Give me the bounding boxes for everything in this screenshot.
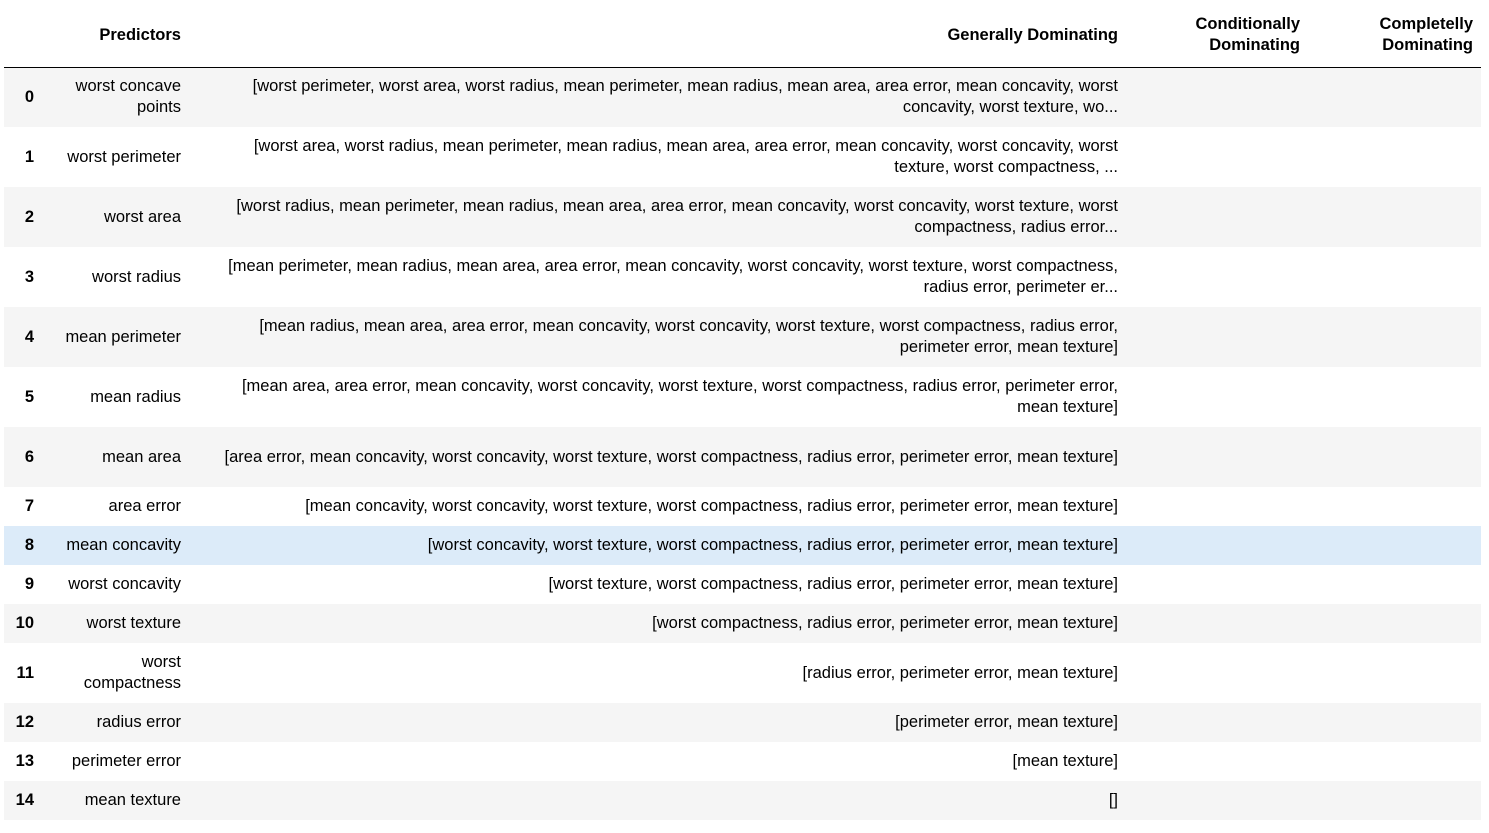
conditionally-dominating-cell	[1126, 703, 1308, 742]
generally-dominating-cell: [mean area, area error, mean concavity, …	[241, 377, 1118, 416]
predictor-cell: worst area	[103, 207, 181, 226]
table-row[interactable]: 1 worst perimeter [worst area, worst rad…	[4, 127, 1481, 187]
completely-dominating-cell	[1308, 643, 1481, 703]
column-header-index	[4, 4, 42, 68]
generally-dominating-cell: [mean radius, mean area, area error, mea…	[259, 317, 1118, 356]
completely-dominating-cell	[1308, 367, 1481, 427]
predictor-cell: area error	[108, 497, 181, 515]
row-index: 6	[24, 447, 34, 466]
generally-dominating-cell: [area error, mean concavity, worst conca…	[224, 447, 1118, 466]
predictor-cell: worst perimeter	[67, 147, 181, 166]
generally-dominating-cell: [worst perimeter, worst area, worst radi…	[252, 77, 1118, 117]
row-index: 1	[24, 147, 34, 166]
completely-dominating-cell	[1308, 487, 1481, 526]
row-index: 2	[24, 207, 34, 226]
completely-dominating-cell	[1308, 742, 1481, 781]
row-index: 9	[24, 575, 34, 593]
row-index: 7	[24, 497, 34, 515]
table-row[interactable]: 2 worst area [worst radius, mean perimet…	[4, 187, 1481, 247]
dataframe-table: Predictors Generally Dominating Conditio…	[4, 4, 1481, 820]
generally-dominating-cell: [worst texture, worst compactness, radiu…	[548, 575, 1118, 593]
table-row[interactable]: 12 radius error [perimeter error, mean t…	[4, 703, 1481, 742]
conditionally-dominating-cell	[1126, 781, 1308, 820]
predictor-cell: worst texture	[86, 614, 181, 632]
predictor-cell: mean radius	[90, 387, 181, 406]
row-index: 5	[24, 387, 34, 406]
table-row[interactable]: 4 mean perimeter [mean radius, mean area…	[4, 307, 1481, 367]
column-header-predictors: Predictors	[42, 4, 189, 68]
conditionally-dominating-cell	[1126, 127, 1308, 187]
row-index: 3	[24, 267, 34, 286]
completely-dominating-cell	[1308, 127, 1481, 187]
row-index: 10	[15, 614, 34, 632]
predictor-cell: worst concavity	[68, 575, 181, 593]
conditionally-dominating-cell	[1126, 643, 1308, 703]
table-row[interactable]: 11 worst compactness [radius error, peri…	[4, 643, 1481, 703]
conditionally-dominating-cell	[1126, 307, 1308, 367]
table-row[interactable]: 5 mean radius [mean area, area error, me…	[4, 367, 1481, 427]
predictor-cell: worst concave points	[75, 77, 181, 117]
table-row[interactable]: 14 mean texture []	[4, 781, 1481, 820]
conditionally-dominating-cell	[1126, 526, 1308, 565]
table-row[interactable]: 3 worst radius [mean perimeter, mean rad…	[4, 247, 1481, 307]
generally-dominating-cell: [mean texture]	[1012, 752, 1118, 770]
table-row[interactable]: 7 area error [mean concavity, worst conc…	[4, 487, 1481, 526]
generally-dominating-cell: []	[1108, 791, 1118, 809]
conditionally-dominating-cell	[1126, 187, 1308, 247]
predictor-cell: worst radius	[92, 267, 181, 286]
generally-dominating-cell: [mean perimeter, mean radius, mean area,…	[228, 257, 1118, 296]
completely-dominating-cell	[1308, 703, 1481, 742]
conditionally-dominating-cell	[1126, 67, 1308, 127]
generally-dominating-cell: [radius error, perimeter error, mean tex…	[802, 663, 1118, 682]
conditionally-dominating-cell	[1126, 565, 1308, 604]
table-row[interactable]: 6 mean area [area error, mean concavity,…	[4, 427, 1481, 487]
table-row[interactable]: 10 worst texture [worst compactness, rad…	[4, 604, 1481, 643]
completely-dominating-cell	[1308, 247, 1481, 307]
row-index: 4	[24, 327, 34, 346]
row-index: 12	[15, 713, 34, 731]
generally-dominating-cell: [worst area, worst radius, mean perimete…	[253, 137, 1118, 176]
column-header-completely-dominating: Completelly Dominating	[1308, 4, 1481, 68]
predictor-cell: mean perimeter	[65, 327, 181, 346]
generally-dominating-cell: [perimeter error, mean texture]	[895, 713, 1118, 731]
row-index: 8	[24, 536, 34, 554]
table-row-selected[interactable]: 8 mean concavity [worst concavity, worst…	[4, 526, 1481, 565]
completely-dominating-cell	[1308, 565, 1481, 604]
generally-dominating-cell: [worst radius, mean perimeter, mean radi…	[236, 197, 1118, 236]
conditionally-dominating-cell	[1126, 742, 1308, 781]
completely-dominating-cell	[1308, 427, 1481, 487]
predictor-cell: worst compactness	[83, 653, 181, 692]
completely-dominating-cell	[1308, 187, 1481, 247]
predictor-cell: mean area	[102, 447, 181, 466]
predictor-cell: mean concavity	[66, 536, 181, 554]
table-row[interactable]: 0 worst concave points [worst perimeter,…	[4, 67, 1481, 127]
completely-dominating-cell	[1308, 67, 1481, 127]
predictor-cell: perimeter error	[71, 752, 181, 770]
conditionally-dominating-cell	[1126, 604, 1308, 643]
column-header-conditionally-dominating: Conditionally Dominating	[1126, 4, 1308, 68]
predictor-cell: mean texture	[84, 791, 181, 809]
row-index: 13	[15, 752, 34, 770]
table-row[interactable]: 9 worst concavity [worst texture, worst …	[4, 565, 1481, 604]
generally-dominating-cell: [worst concavity, worst texture, worst c…	[427, 536, 1118, 554]
row-index: 14	[15, 791, 34, 809]
column-header-generally-dominating: Generally Dominating	[189, 4, 1126, 68]
table-row[interactable]: 13 perimeter error [mean texture]	[4, 742, 1481, 781]
predictor-cell: radius error	[96, 713, 181, 731]
dataframe-output: Predictors Generally Dominating Conditio…	[4, 4, 1481, 820]
conditionally-dominating-cell	[1126, 367, 1308, 427]
row-index: 11	[16, 663, 34, 682]
completely-dominating-cell	[1308, 781, 1481, 820]
completely-dominating-cell	[1308, 307, 1481, 367]
conditionally-dominating-cell	[1126, 247, 1308, 307]
generally-dominating-cell: [mean concavity, worst concavity, worst …	[305, 497, 1118, 515]
row-index: 0	[24, 87, 34, 106]
conditionally-dominating-cell	[1126, 487, 1308, 526]
conditionally-dominating-cell	[1126, 427, 1308, 487]
completely-dominating-cell	[1308, 526, 1481, 565]
generally-dominating-cell: [worst compactness, radius error, perime…	[652, 614, 1118, 632]
header-row: Predictors Generally Dominating Conditio…	[4, 4, 1481, 68]
completely-dominating-cell	[1308, 604, 1481, 643]
